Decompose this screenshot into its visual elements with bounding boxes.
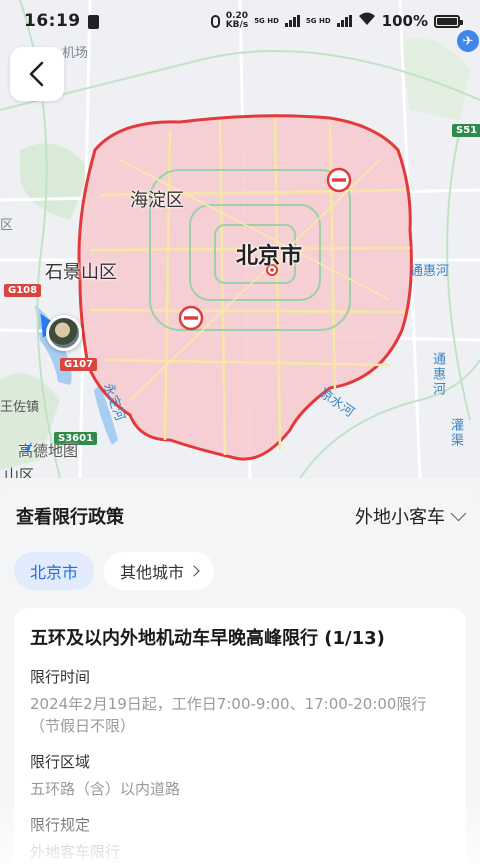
tab-beijing[interactable]: 北京市 — [14, 552, 95, 590]
map-label-guanqu: 灌渠 — [448, 418, 463, 448]
map-label-wangzuo: 王佐镇 — [0, 400, 40, 415]
signal-bars-icon — [284, 15, 300, 27]
network-speed-unit: KB/s — [225, 20, 249, 30]
policy-rule-label: 限行规定 — [30, 816, 91, 834]
no-entry-sign-icon — [178, 305, 204, 331]
restriction-sheet: 查看限行政策 外地小客车 北京市 其他城市 五环及以内外地机动车早晚高峰限行 (… — [0, 484, 480, 864]
map-label-faint-shan: 山区 — [4, 466, 35, 478]
policy-time-section: 限行时间 2024年2月19日起，工作日7:00-9:00、17:00-20:0… — [30, 666, 450, 737]
amap-logo-icon — [20, 442, 32, 454]
map-label-tonghui-river: 通惠河 — [410, 264, 450, 279]
signal-label-1: 5G HD — [254, 16, 279, 25]
map-label-shijingshan: 石景山区 — [45, 262, 117, 283]
policy-time-label: 限行时间 — [30, 668, 91, 686]
road-shield-g108: G108 — [4, 284, 42, 297]
map-label-tonghui-river-vertical: 通惠河 — [430, 352, 445, 397]
city-tabs: 北京市 其他城市 — [0, 552, 480, 590]
map-label-faint-district: 区 — [0, 218, 14, 233]
status-time: 16:19 — [24, 11, 81, 31]
battery-percent: 100% — [381, 12, 428, 30]
policy-card[interactable]: 五环及以内外地机动车早晚高峰限行 (1/13) 限行时间 2024年2月19日起… — [14, 608, 466, 864]
signal-bars-icon — [336, 15, 352, 27]
vehicle-type-value: 外地小客车 — [355, 507, 445, 528]
chevron-right-icon — [188, 565, 200, 577]
policy-title: 五环及以内外地机动车早晚高峰限行 (1/13) — [30, 628, 385, 649]
no-entry-sign-icon — [326, 167, 352, 193]
chevron-down-icon — [450, 505, 467, 521]
policy-rule-section: 限行规定 外地客车限行 — [30, 814, 450, 863]
tab-other-cities-label: 其他城市 — [120, 563, 185, 582]
map-label-haidian: 海淀区 — [130, 190, 184, 211]
vehicle-type-dropdown[interactable]: 外地小客车 — [355, 503, 467, 529]
map-label-airport: 机场 — [62, 46, 89, 61]
policy-area-value: 五环路（含）以内道路 — [30, 780, 181, 798]
network-speed: 0.20 KB/s — [226, 12, 248, 30]
amap-brand-logo: 高德地图 — [18, 440, 78, 461]
status-bar: 16:19 0.20 KB/s 5G HD 5G HD 100% — [0, 0, 480, 42]
road-shield-s51: S51 — [452, 124, 480, 137]
sheet-header: 查看限行政策 外地小客车 — [0, 484, 480, 548]
back-button[interactable] — [10, 47, 64, 101]
chevron-left-icon — [29, 61, 44, 87]
signal-label-2: 5G HD — [305, 16, 331, 25]
tab-other-cities[interactable]: 其他城市 — [104, 552, 215, 590]
road-shield-g107: G107 — [60, 358, 98, 371]
policy-time-value: 2024年2月19日起，工作日7:00-9:00、17:00-20:00限行（节… — [30, 695, 427, 735]
microphone-icon — [210, 14, 220, 28]
policy-area-label: 限行区域 — [30, 753, 91, 771]
policy-rule-value: 外地客车限行 — [30, 843, 121, 861]
policy-area-section: 限行区域 五环路（含）以内道路 — [30, 751, 450, 800]
map-view[interactable]: 机场 海淀区 石景山区 北京市 通惠河 通惠河 灌渠 凉水河 永定河 王佐镇 区… — [0, 0, 480, 478]
sim-icon — [87, 14, 99, 29]
user-avatar[interactable] — [46, 315, 82, 351]
battery-icon — [434, 14, 463, 28]
sheet-title: 查看限行政策 — [16, 507, 124, 528]
map-label-city: 北京市 — [236, 244, 303, 269]
wifi-icon — [358, 12, 376, 30]
